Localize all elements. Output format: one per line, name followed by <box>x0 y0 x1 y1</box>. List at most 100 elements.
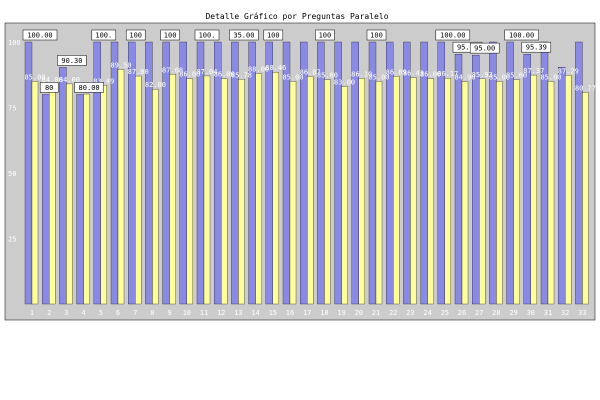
x-tick-label: 6 <box>116 309 120 317</box>
bar-series-1 <box>403 41 411 305</box>
x-tick-label: 33 <box>578 309 586 317</box>
bar-series-1 <box>179 41 187 305</box>
bar-series-1 <box>231 41 239 305</box>
x-tick-label: 25 <box>441 309 449 317</box>
data-label-series-1: 80 <box>45 84 53 92</box>
bar-series-1 <box>575 41 583 305</box>
x-tick-label: 11 <box>200 309 208 317</box>
data-label-series-1: 100. <box>95 32 112 40</box>
x-tick-label: 17 <box>303 309 311 317</box>
bar-series-1 <box>523 54 531 305</box>
x-tick-label: 1 <box>30 309 34 317</box>
bar-series-2 <box>203 75 211 305</box>
bar-series-1 <box>214 41 222 305</box>
data-label-series-2: 88.46 <box>265 64 286 72</box>
bar-series-2 <box>461 81 469 305</box>
data-label-series-1: 100 <box>370 32 383 40</box>
bar-series-2 <box>186 78 193 305</box>
y-tick-label: 75 <box>8 105 16 113</box>
bar-series-2 <box>375 81 383 305</box>
x-tick-label: 32 <box>561 309 569 317</box>
bar-series-2 <box>479 78 486 305</box>
x-tick-label: 9 <box>167 309 171 317</box>
x-tick-label: 10 <box>183 309 191 317</box>
x-tick-label: 7 <box>133 309 137 317</box>
data-label-series-1: 100 <box>319 32 332 40</box>
data-label-series-1: 100.00 <box>27 32 52 40</box>
bar-series-1 <box>196 41 205 305</box>
data-label-series-1: 35.00 <box>233 32 254 40</box>
y-tick-label: 50 <box>8 170 16 178</box>
bar-series-1 <box>454 54 463 305</box>
x-tick-label: 3 <box>64 309 68 317</box>
x-tick-label: 24 <box>423 309 431 317</box>
bar-series-2 <box>152 89 159 305</box>
bar-series-1 <box>76 94 84 305</box>
bar-series-2 <box>66 83 73 305</box>
bar-series-2 <box>169 74 176 305</box>
data-label-series-1: 90.30 <box>61 57 82 65</box>
x-tick-label: 29 <box>509 309 517 317</box>
data-label-series-2: 87.29 <box>558 67 579 75</box>
data-label-series-2: 80.77 <box>575 84 596 92</box>
bar-series-2 <box>427 78 434 305</box>
bar-series-2 <box>582 92 589 305</box>
bar-series-2 <box>341 86 348 305</box>
x-tick-label: 14 <box>251 309 259 317</box>
data-label-series-1: 100. <box>199 32 216 40</box>
bar-series-2 <box>513 79 520 305</box>
x-tick-label: 31 <box>544 309 552 317</box>
data-label-series-1: 100 <box>267 32 280 40</box>
bar-series-1 <box>59 67 67 305</box>
bar-series-1 <box>437 41 445 305</box>
bar-series-2 <box>358 78 365 305</box>
x-tick-label: 18 <box>320 309 328 317</box>
data-label-series-1: 100.00 <box>440 32 465 40</box>
x-tick-label: 19 <box>337 309 345 317</box>
bar-series-2 <box>255 73 262 305</box>
bar-chart: Detalle Gráfico por Preguntas Paralelo 2… <box>4 12 596 321</box>
x-tick-label: 21 <box>372 309 380 317</box>
bar-series-2 <box>31 81 39 305</box>
bar-series-1 <box>558 67 566 305</box>
bar-series-2 <box>565 75 572 305</box>
bar-series-1 <box>472 54 480 305</box>
y-tick-label: 25 <box>8 236 16 244</box>
x-tick-label: 2 <box>47 309 51 317</box>
x-tick-label: 26 <box>458 309 466 317</box>
x-tick-label: 16 <box>286 309 294 317</box>
x-tick-label: 5 <box>99 309 103 317</box>
data-label-series-1: 100.00 <box>509 32 534 40</box>
chart-title: Detalle Gráfico por Preguntas Paralelo <box>205 12 388 21</box>
bar-series-2 <box>135 75 142 305</box>
bar-series-2 <box>221 78 228 305</box>
x-tick-label: 20 <box>355 309 363 317</box>
bar-series-2 <box>49 83 56 305</box>
x-tick-label: 4 <box>81 309 85 317</box>
y-tick-label: 100 <box>8 39 21 47</box>
data-label-series-1: 95.00 <box>474 45 495 53</box>
bar-series-2 <box>100 85 107 305</box>
x-tick-label: 22 <box>389 309 397 317</box>
bar-series-1 <box>420 41 428 305</box>
bar-series-2 <box>117 69 125 305</box>
data-label-series-2: 82.00 <box>145 81 166 89</box>
data-label-series-1: 80.00 <box>79 84 100 92</box>
bar-series-1 <box>42 94 50 305</box>
data-label-series-2: 83.00 <box>334 79 355 87</box>
bar-series-1 <box>128 41 136 305</box>
data-label-series-2: 87.00 <box>128 68 149 76</box>
bar-series-2 <box>444 78 451 305</box>
x-tick-label: 15 <box>269 309 277 317</box>
x-tick-label: 8 <box>150 309 154 317</box>
x-tick-label: 28 <box>492 309 500 317</box>
bar-series-2 <box>393 76 400 305</box>
x-tick-label: 12 <box>217 309 225 317</box>
x-tick-label: 13 <box>234 309 242 317</box>
data-label-series-1: 100 <box>129 32 142 40</box>
data-label-series-1: 100 <box>164 32 177 40</box>
x-tick-label: 30 <box>527 309 535 317</box>
data-label-series-1: 95.39 <box>526 44 547 52</box>
bar-series-1 <box>265 41 273 305</box>
bar-series-2 <box>547 81 555 305</box>
